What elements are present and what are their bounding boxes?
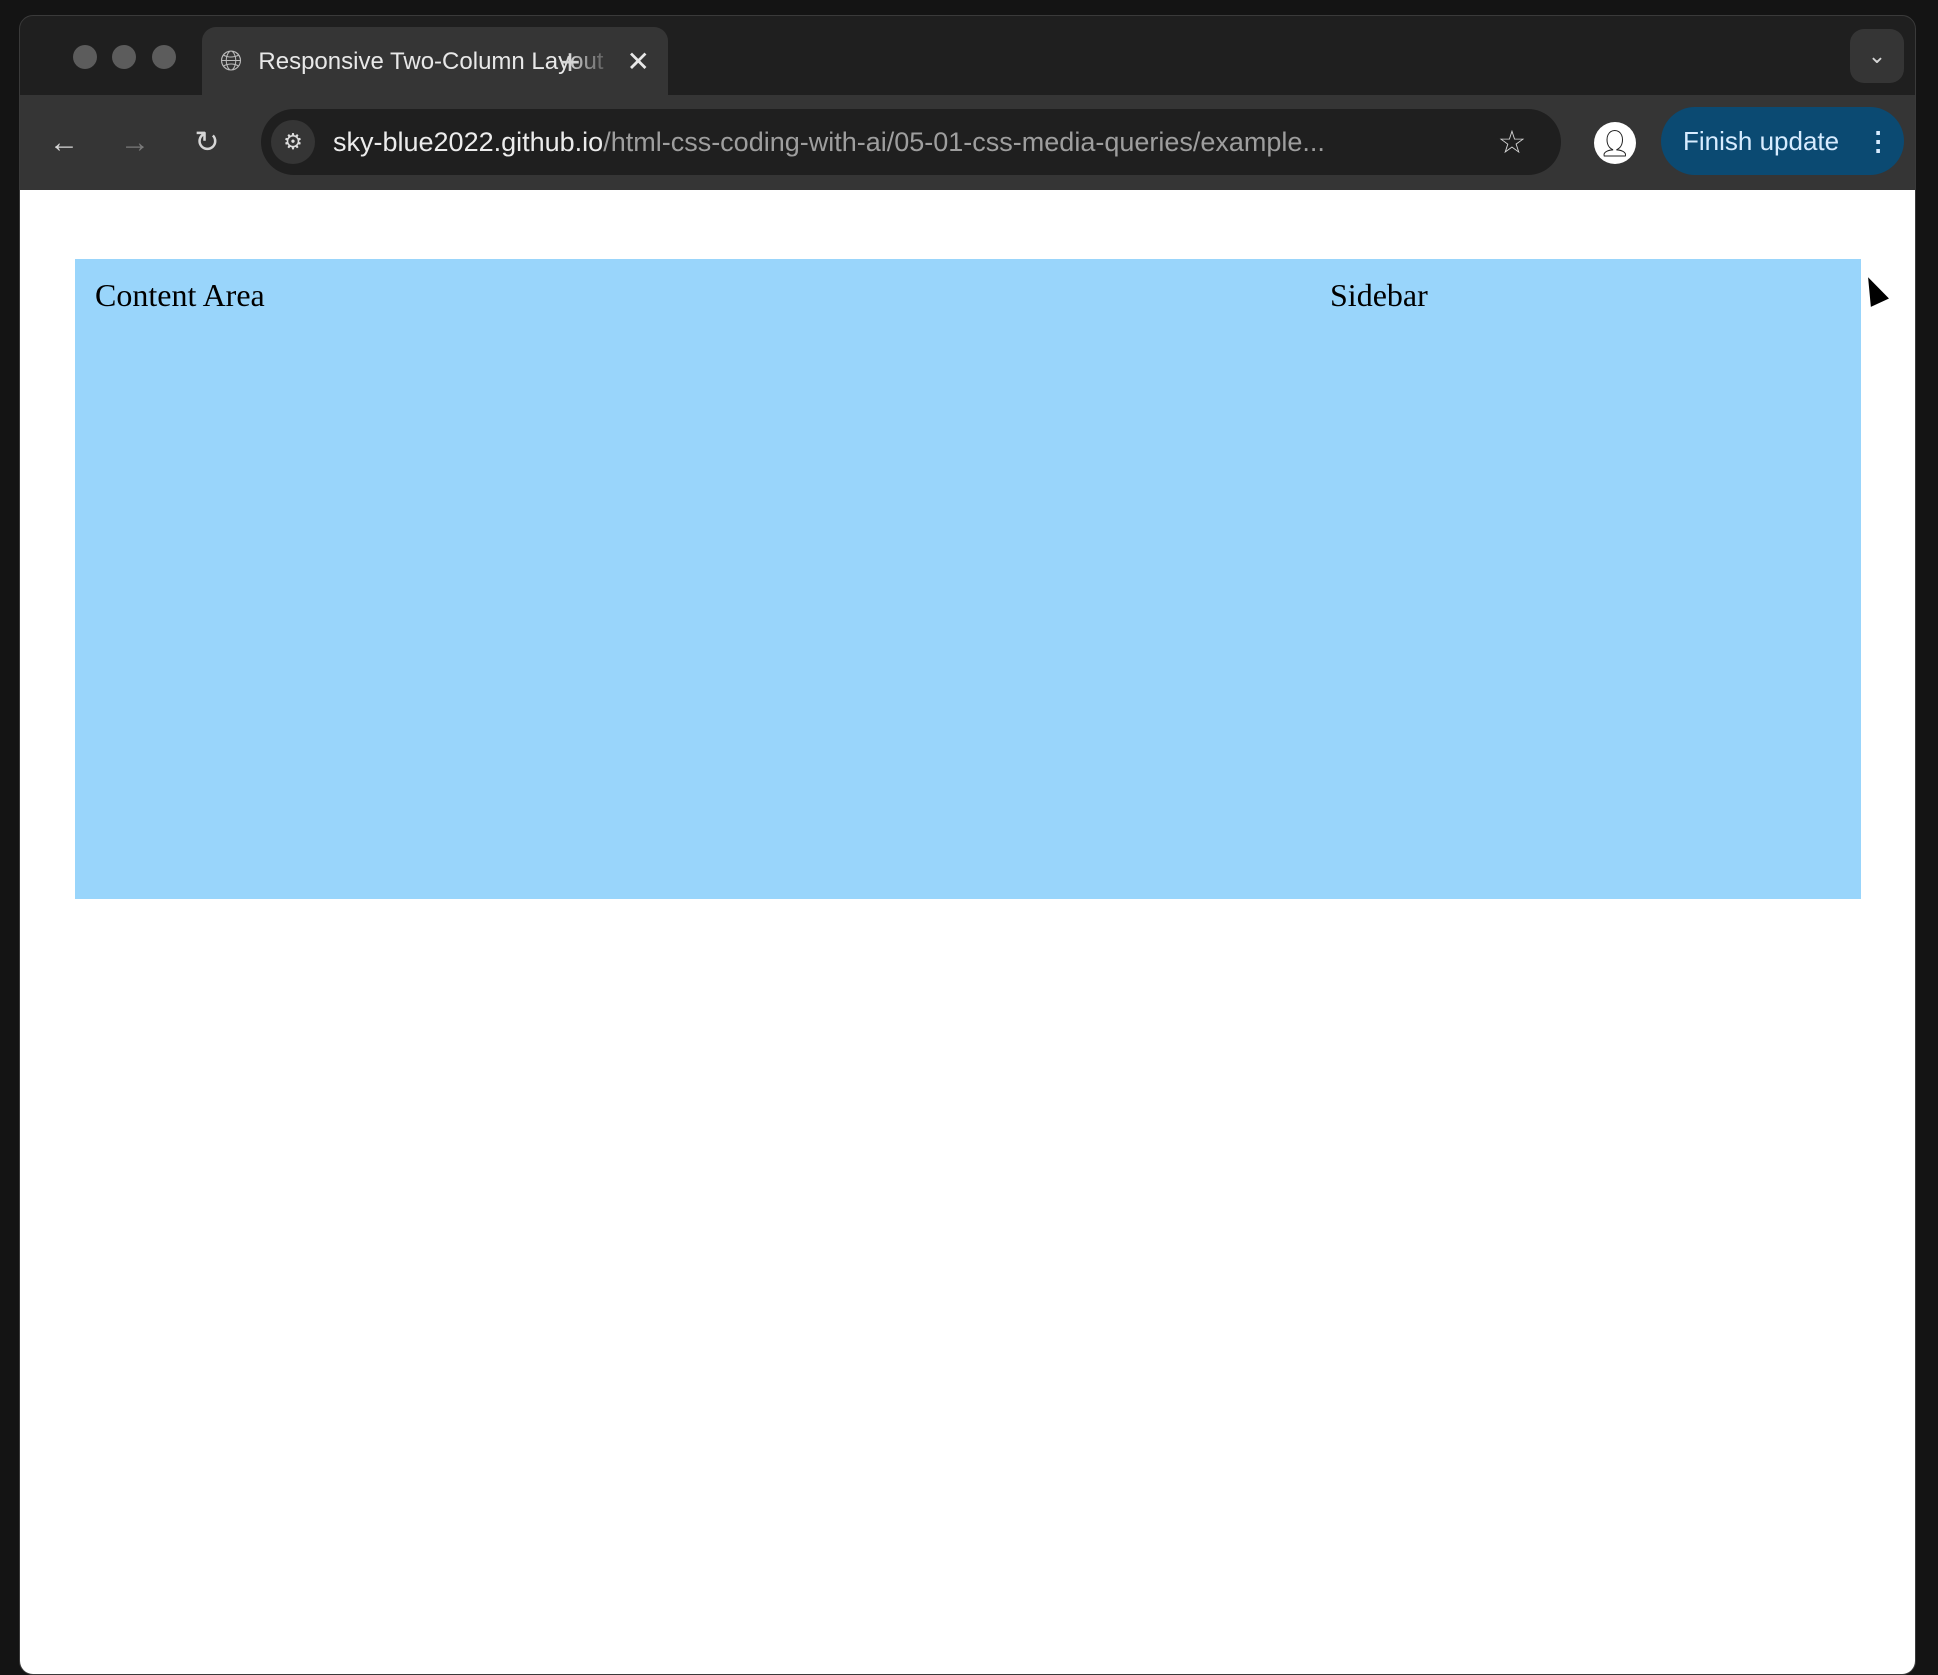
- close-window-button[interactable]: [73, 45, 97, 69]
- tab-list-dropdown[interactable]: ⌄: [1850, 29, 1904, 83]
- finish-update-button[interactable]: Finish update ⋮: [1661, 107, 1904, 175]
- profile-avatar-icon[interactable]: 👤︎: [1594, 122, 1636, 164]
- reload-button[interactable]: ↻: [187, 123, 227, 163]
- close-tab-icon[interactable]: ✕: [627, 45, 650, 78]
- page-viewport: Content Area Sidebar: [20, 190, 1915, 1674]
- bookmark-star-icon[interactable]: ☆: [1487, 126, 1537, 158]
- sidebar: Sidebar: [1330, 277, 1428, 313]
- more-menu-icon[interactable]: ⋮: [1865, 126, 1891, 157]
- finish-update-label: Finish update: [1683, 125, 1840, 156]
- new-tab-button[interactable]: +: [550, 42, 590, 82]
- forward-button[interactable]: →: [115, 123, 155, 163]
- two-column-container: Content Area Sidebar: [75, 259, 1861, 899]
- content-area: Content Area: [95, 277, 265, 313]
- url-host: sky-blue2022.github.io: [333, 126, 604, 157]
- url-path: /html-css-coding-with-ai/05-01-css-media…: [603, 126, 1325, 157]
- back-button[interactable]: ←: [44, 123, 84, 163]
- minimize-window-button[interactable]: [112, 45, 136, 69]
- toolbar: ← → ↻ ⚙︎ sky-blue2022.github.io/html-css…: [20, 95, 1915, 190]
- browser-window: 🌐︎ Responsive Two-Column Layout ✕ + ⌄ ← …: [19, 15, 1916, 1675]
- address-bar[interactable]: ⚙︎ sky-blue2022.github.io/html-css-codin…: [261, 109, 1561, 175]
- globe-icon: 🌐︎: [220, 45, 243, 76]
- maximize-window-button[interactable]: [152, 45, 176, 69]
- site-settings-icon[interactable]: ⚙︎: [271, 120, 315, 164]
